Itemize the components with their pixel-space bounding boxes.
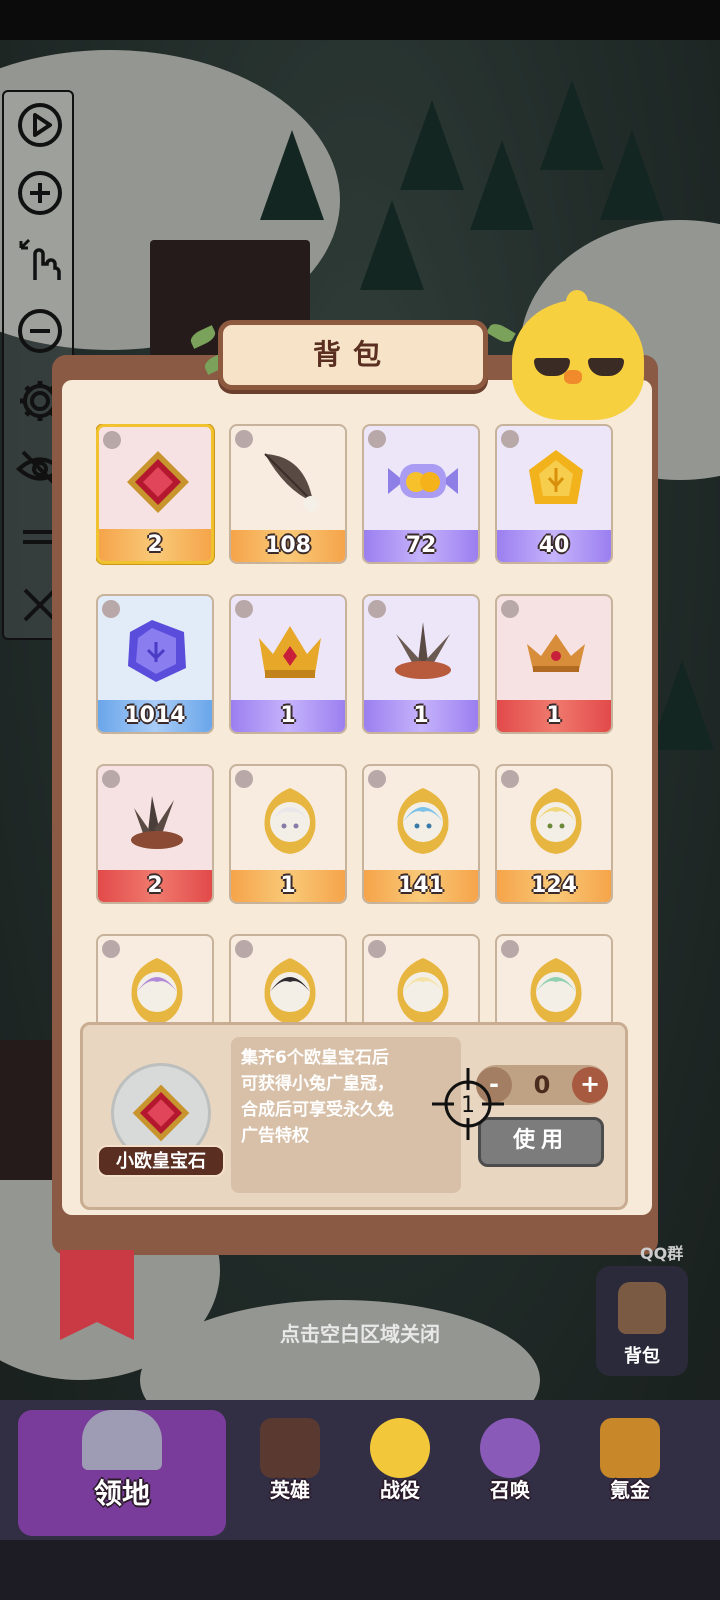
candy-icon (388, 464, 458, 498)
nav-territory-label: 领地 (93, 1477, 150, 1510)
battle-chick-icon (370, 1418, 430, 1478)
backpack-shortcut[interactable]: 背包 (596, 1266, 688, 1376)
item-slot[interactable] (229, 934, 347, 1024)
item-slot[interactable]: 108 (229, 424, 347, 564)
touch-gesture-icon[interactable] (15, 236, 65, 286)
nav-battle[interactable]: 战役 (350, 1410, 450, 1520)
zoom-in-icon[interactable] (15, 168, 65, 218)
increase-button[interactable]: + (572, 1067, 608, 1103)
item-count: 1 (497, 700, 611, 732)
item-count: 40 (497, 530, 611, 562)
gold-crystal-icon (529, 450, 583, 504)
item-count: 2 (98, 870, 212, 902)
item-count: 72 (364, 530, 478, 562)
hero-portrait-icon (530, 958, 582, 1024)
item-slot[interactable]: 1 (362, 594, 480, 734)
item-slot[interactable]: 2 (96, 764, 214, 904)
item-detail-pane: 小欧皇宝石 集齐6个欧皇宝石后 可获得小兔广皇冠， 合成后可享受永久免 广告特权… (80, 1022, 628, 1210)
panel-title: 背包 (312, 338, 393, 371)
hero-portrait-icon (530, 788, 582, 854)
item-count: 2 (99, 529, 211, 561)
crosshair-icon: 1 (432, 1068, 504, 1140)
system-nav-bar (0, 1540, 720, 1600)
hero-portrait-icon (397, 788, 449, 854)
item-count: 124 (497, 870, 611, 902)
item-slot[interactable] (96, 934, 214, 1024)
play-icon[interactable] (15, 100, 65, 150)
panel-title-plate: 背包 (218, 320, 488, 390)
backpack-icon (618, 1282, 666, 1334)
item-grid: 2 108 72 40 1014 1 1 1 2 1 141 124 (96, 424, 616, 1024)
description-line: 合成后可享受永久免 (241, 1100, 394, 1120)
item-slot[interactable]: 1 (229, 594, 347, 734)
item-count: 108 (231, 530, 345, 562)
small-crown-icon (527, 634, 585, 672)
item-slot[interactable]: 1 (229, 764, 347, 904)
item-count: 1 (231, 870, 345, 902)
nav-territory[interactable]: 领地 (18, 1410, 226, 1536)
item-count: 141 (364, 870, 478, 902)
blue-crystal-icon (128, 620, 186, 682)
nav-shop-label: 氪金 (610, 1478, 650, 1502)
ruby-gem-icon (127, 451, 189, 513)
item-description: 集齐6个欧皇宝石后 可获得小兔广皇冠， 合成后可享受永久免 广告特权 (231, 1037, 461, 1193)
qq-group-label[interactable]: QQ群 (640, 1240, 683, 1264)
feather-crown-icon (395, 622, 451, 679)
nav-heroes-label: 英雄 (270, 1478, 310, 1502)
gold-crown-icon (259, 626, 321, 678)
quantity-value: 0 (533, 1071, 551, 1099)
chick-mascot (512, 290, 644, 420)
nav-summon-label: 召唤 (490, 1478, 530, 1502)
crosshair-number: 1 (461, 1093, 475, 1118)
nav-summon[interactable]: 召唤 (460, 1410, 560, 1520)
item-count: 1 (231, 700, 345, 732)
backpack-shortcut-label: 背包 (624, 1346, 660, 1367)
item-slot[interactable]: 1014 (96, 594, 214, 734)
feather-nest-icon (131, 796, 183, 849)
description-line: 集齐6个欧皇宝石后 (241, 1048, 389, 1068)
nav-shop[interactable]: 氪金 (580, 1410, 680, 1520)
zoom-out-icon[interactable] (15, 306, 65, 356)
item-slot[interactable]: 1 (495, 594, 613, 734)
ruby-gem-icon (132, 1084, 190, 1142)
item-slot[interactable]: 124 (495, 764, 613, 904)
item-slot[interactable] (495, 934, 613, 1024)
description-line: 广告特权 (241, 1126, 309, 1146)
item-slot[interactable]: 2 (96, 424, 214, 564)
item-count: 1 (364, 700, 478, 732)
hero-portrait-icon (264, 958, 316, 1024)
nav-heroes[interactable]: 英雄 (240, 1410, 340, 1520)
hero-portrait-icon (131, 958, 183, 1024)
summon-circle-icon (480, 1418, 540, 1478)
item-count: 1014 (98, 700, 212, 732)
item-slot[interactable]: 141 (362, 764, 480, 904)
feather-icon (264, 453, 319, 512)
treasure-chest-icon (600, 1418, 660, 1478)
nav-battle-label: 战役 (380, 1478, 420, 1502)
description-line: 可获得小兔广皇冠， (241, 1074, 394, 1094)
hero-book-icon (260, 1418, 320, 1478)
item-slot[interactable] (362, 934, 480, 1024)
item-slot[interactable]: 40 (495, 424, 613, 564)
hero-portrait-icon (264, 788, 316, 854)
item-slot[interactable]: 72 (362, 424, 480, 564)
selected-item-name: 小欧皇宝石 (97, 1145, 225, 1177)
castle-icon (82, 1410, 162, 1470)
hero-portrait-icon (397, 958, 449, 1024)
